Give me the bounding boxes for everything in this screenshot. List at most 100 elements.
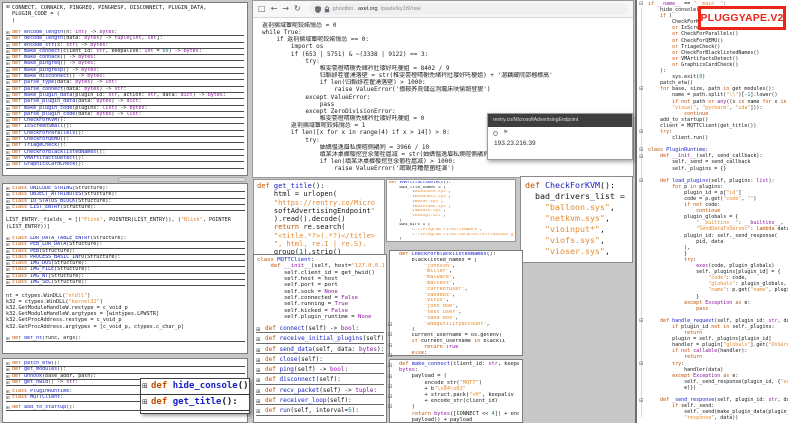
fold-collapse-icon[interactable]: ⊟ <box>388 332 392 338</box>
popup-titlebar[interactable]: rentry.co/MicrosoftAdvertisingEndpoint <box>488 114 632 127</box>
fold-collapse-icon[interactable]: ⊟ <box>639 1 643 7</box>
folded-def-row[interactable]: ⊞def close(self): <box>256 354 384 364</box>
horizontal-scrollbar[interactable] <box>118 177 246 182</box>
fold-expand-icon[interactable]: ⊞ <box>6 186 10 191</box>
fold-expand-icon[interactable]: ⊞ <box>256 398 260 405</box>
fold-expand-icon[interactable]: ⊞ <box>6 99 10 104</box>
fold-expand-icon[interactable]: ⊞ <box>6 192 10 197</box>
fold-expand-icon[interactable]: ⊞ <box>6 68 10 73</box>
fold-expand-icon[interactable]: ⊞ <box>6 267 10 272</box>
folded-def-row[interactable]: ⊞def get_title(): <box>141 395 249 411</box>
fold-expand-icon[interactable]: ⊞ <box>6 380 10 385</box>
fold-expand-icon[interactable]: ⊞ <box>6 249 10 254</box>
fold-expand-icon[interactable]: ⊞ <box>6 112 10 117</box>
folded-def-row[interactable]: ⊞class LIST_ENTRY(Structure): <box>6 205 245 211</box>
fold-expand-icon[interactable]: ⊞ <box>6 131 10 136</box>
forward-icon[interactable]: → <box>282 5 289 13</box>
fold-expand-icon[interactable]: ⊞ <box>6 336 10 341</box>
fold-expand-icon[interactable]: ⊞ <box>6 255 10 260</box>
fold-expand-icon[interactable]: ⊞ <box>6 124 10 129</box>
fold-collapse-icon[interactable]: ⊟ <box>388 374 392 380</box>
fold-expand-icon[interactable]: ⊞ <box>256 326 260 333</box>
folded-def-text: def recv_packet(self) -> tuple: <box>265 387 384 394</box>
flag-icon[interactable]: ⚑ <box>503 130 508 136</box>
back-icon[interactable]: ← <box>271 5 278 13</box>
fold-collapse-icon[interactable]: ⊟ <box>639 398 643 404</box>
fold-collapse-icon[interactable]: ⊟ <box>639 318 643 324</box>
fold-expand-icon[interactable]: ⊞ <box>256 357 260 364</box>
fold-collapse-icon[interactable]: ⊟ <box>639 361 643 367</box>
folded-def-row[interactable]: ⊞ def recv_packet(self) -> tuple: <box>256 385 384 395</box>
fold-expand-icon[interactable]: ⊞ <box>6 80 10 85</box>
fold-expand-icon[interactable]: ⊞ <box>6 5 10 10</box>
fold-collapse-icon[interactable]: ⊟ <box>388 363 392 369</box>
folded-def-row[interactable]: ⊞def disconnect(self): <box>256 374 384 384</box>
fold-collapse-icon[interactable]: ⊟ <box>639 178 643 184</box>
fold-collapse-icon[interactable]: ⊟ <box>388 404 392 410</box>
fold-collapse-icon[interactable]: ⊟ <box>639 147 643 153</box>
fold-expand-icon[interactable]: ⊞ <box>256 336 260 343</box>
info-icon[interactable] <box>493 131 498 136</box>
fold-expand-icon[interactable]: ⊞ <box>6 61 10 66</box>
fold-collapse-icon[interactable]: ⊟ <box>388 343 392 349</box>
fold-expand-icon[interactable]: ⊞ <box>6 150 10 155</box>
folded-def-row[interactable]: ⊞def GraphicsCardCheck(): <box>6 162 244 168</box>
fold-collapse-icon[interactable]: ⊟ <box>639 154 643 160</box>
folded-def-row[interactable]: ⊞def send_data(self, data: bytes): <box>256 344 384 354</box>
fold-expand-icon[interactable]: ⊞ <box>6 55 10 60</box>
folded-def-row[interactable]: ⊞def run(self, interval=5): <box>256 405 384 415</box>
folded-def-text: class IMG_FILE(Structure): <box>12 267 245 273</box>
fold-expand-icon[interactable]: ⊞ <box>6 242 10 247</box>
folded-def-row[interactable]: ⊞def hide_console(): <box>141 379 249 395</box>
fold-expand-icon[interactable]: ⊞ <box>6 280 10 285</box>
fold-collapse-icon[interactable]: ⊟ <box>639 86 643 92</box>
fold-expand-icon[interactable]: ⊞ <box>6 389 10 394</box>
fold-expand-icon[interactable]: ⊞ <box>6 87 10 92</box>
folded-def-row[interactable]: ⊞def def_nt(func, args): <box>6 336 245 342</box>
fold-expand-icon[interactable]: ⊞ <box>6 162 10 167</box>
fold-expand-icon[interactable]: ⊞ <box>6 106 10 111</box>
fold-expand-icon[interactable]: ⊞ <box>6 93 10 98</box>
fold-expand-icon[interactable]: ⊞ <box>6 156 10 161</box>
fold-expand-icon[interactable]: ⊞ <box>6 405 10 410</box>
fold-expand-icon[interactable]: ⊞ <box>6 118 10 123</box>
fold-expand-icon[interactable]: ⊞ <box>6 236 10 241</box>
page-icon[interactable]: □ <box>258 5 266 13</box>
folded-def-row[interactable]: ⊞def receiver_loop(self): <box>256 395 384 405</box>
fold-expand-icon[interactable]: ⊞ <box>256 388 260 395</box>
fold-expand-icon[interactable]: ⊞ <box>6 361 10 366</box>
fold-expand-icon[interactable]: ⊞ <box>256 408 260 415</box>
reload-icon[interactable]: ↻ <box>294 5 301 13</box>
fold-expand-icon[interactable]: ⊞ <box>6 367 10 372</box>
fold-expand-icon[interactable]: ⊞ <box>256 347 260 354</box>
fold-expand-icon[interactable]: ⊞ <box>256 377 260 384</box>
fold-expand-icon[interactable]: ⊞ <box>6 205 10 210</box>
fold-expand-icon[interactable]: ⊞ <box>6 395 10 400</box>
fold-expand-icon[interactable]: ⊞ <box>256 367 260 374</box>
fold-expand-icon[interactable]: ⊞ <box>6 274 10 279</box>
folded-def-row[interactable]: ⊞def connect(self) -> bool: <box>256 323 384 333</box>
folded-def-row[interactable]: ⊞def receive_initial_plugins(self): <box>256 333 384 343</box>
folded-def-row[interactable]: ⊞class IMG_SEC(Structure): <box>6 280 245 286</box>
fold-expand-icon[interactable]: ⊞ <box>6 261 10 266</box>
folded-def-row[interactable]: ⊞def ping(self) -> bool: <box>256 364 384 374</box>
fold-expand-icon[interactable]: ⊞ <box>6 199 10 204</box>
fold-collapse-icon[interactable]: ⊟ <box>388 353 392 359</box>
fold-collapse-icon[interactable]: ⊟ <box>388 322 392 328</box>
fold-expand-icon[interactable]: ⊞ <box>6 137 10 142</box>
fold-expand-icon[interactable]: ⊞ <box>6 74 10 79</box>
url-bar[interactable]: ghostbin.axel.org/paste/ky1t9/raw <box>309 3 628 15</box>
fold-expand-icon[interactable]: ⊞ <box>6 49 10 54</box>
fold-expand-icon[interactable]: ⊞ <box>142 395 148 410</box>
fold-expand-icon[interactable]: ⊞ <box>6 374 10 379</box>
fold-expand-icon[interactable]: ⊞ <box>6 36 10 41</box>
fold-collapse-icon[interactable]: ⊟ <box>639 129 643 135</box>
fold-expand-icon[interactable]: ⊞ <box>6 143 10 148</box>
code-line: pass <box>262 101 633 108</box>
code-line: def load_plugins(self, plugins: list): <box>648 178 788 184</box>
fold-expand-icon[interactable]: ⊞ <box>142 379 148 394</box>
fold-collapse-icon[interactable]: ⊟ <box>388 384 392 390</box>
fold-expand-icon[interactable]: ⊞ <box>6 43 10 48</box>
fold-collapse-icon[interactable]: ⊟ <box>388 394 392 400</box>
fold-expand-icon[interactable]: ⊞ <box>6 30 10 35</box>
